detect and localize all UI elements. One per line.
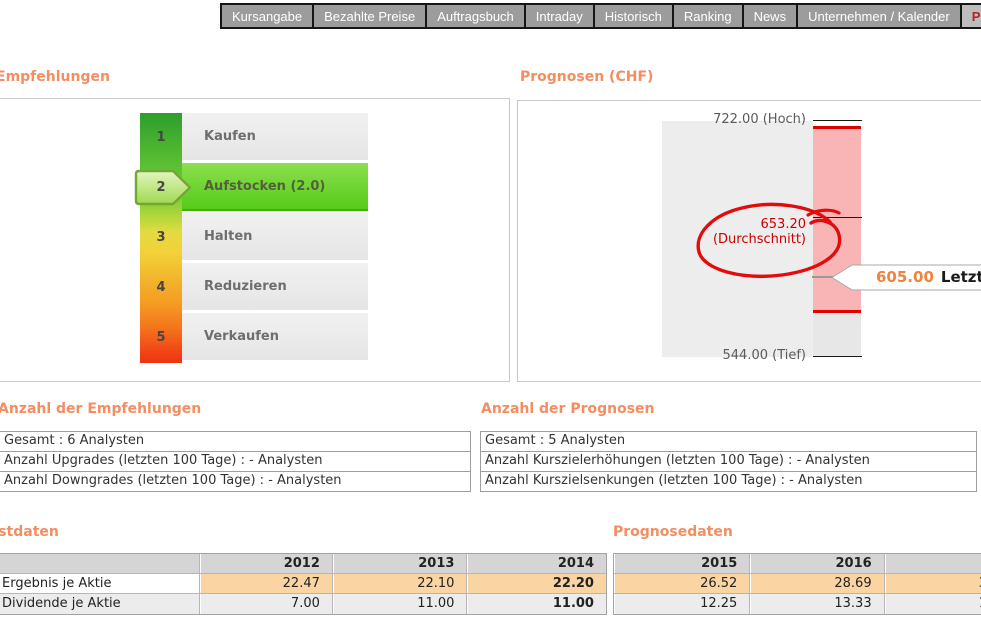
tab-news[interactable]: News: [744, 5, 797, 27]
cell-value: 11.00: [333, 594, 468, 614]
header-2016: 2016: [750, 554, 884, 574]
rating-row-verkaufen: Verkaufen: [182, 313, 368, 360]
page: Kursangabe Bezahlte Preise Auftragsbuch …: [0, 0, 981, 624]
rating-row-aufstocken-active: Aufstocken (2.0): [182, 163, 368, 211]
cell-value-clipped: 3: [885, 574, 981, 594]
rating-number-3: 3: [140, 213, 182, 263]
tick-low: [813, 356, 862, 357]
row-label: Dividende je Aktie: [0, 594, 200, 614]
top-nav: Kursangabe Bezahlte Preise Auftragsbuch …: [220, 3, 981, 29]
header-clipped: [885, 554, 981, 574]
cell-value-clipped: 1: [885, 594, 981, 614]
table-row: Ergebnis je Aktie 22.47 22.10 22.20: [0, 574, 606, 594]
tab-unternehmen-kalender[interactable]: Unternehmen / Kalender: [798, 5, 960, 27]
tab-historisch[interactable]: Historisch: [595, 5, 672, 27]
cell-value: 22.47: [200, 574, 333, 594]
tab-kursangabe[interactable]: Kursangabe: [222, 5, 312, 27]
table-row: Gesamt : 6 Analysten: [0, 432, 470, 451]
rating-number-5: 5: [140, 313, 182, 363]
row-label: Ergebnis je Aktie: [0, 574, 200, 594]
bar-bottom-grey: [813, 313, 861, 357]
counts-recommendations-title: Anzahl der Empfehlungen: [0, 401, 201, 417]
table-header-row: 2012 2013 2014: [0, 554, 606, 574]
table-row: 12.25 13.33 1: [614, 594, 981, 614]
header-2013: 2013: [333, 554, 468, 574]
forecast-title: Prognosen (CHF): [520, 69, 653, 85]
table-row: Anzahl Downgrades (letzten 100 Tage) : -…: [0, 471, 470, 491]
actual-data-title: Istdaten: [0, 524, 59, 540]
rating-number-1: 1: [140, 113, 182, 163]
cell-value: 12.25: [614, 594, 750, 614]
annotation-circle-icon: [692, 200, 850, 282]
header-empty: [0, 554, 200, 574]
counts-forecasts-table: Gesamt : 5 Analysten Anzahl Kurszielerhö…: [480, 431, 977, 492]
table-row: Anzahl Kurszielsenkungen (letzten 100 Ta…: [481, 471, 976, 491]
rating-number-2: 2: [140, 163, 182, 213]
cell-value: 13.33: [750, 594, 884, 614]
table-row: Gesamt : 5 Analysten: [481, 432, 976, 451]
cell-value: 22.10: [333, 574, 468, 594]
last-price-suffix: Letzt: [941, 268, 981, 286]
table-row: 26.52 28.69 3: [614, 574, 981, 594]
header-2012: 2012: [200, 554, 333, 574]
cell-value: 11.00: [467, 594, 606, 614]
high-label: 722.00 (Hoch): [620, 112, 806, 127]
tab-ranking[interactable]: Ranking: [674, 5, 742, 27]
rating-row-reduzieren: Reduzieren: [182, 263, 368, 310]
table-row: Anzahl Upgrades (letzten 100 Tage) : - A…: [0, 451, 470, 471]
table-row: Dividende je Aktie 7.00 11.00 11.00: [0, 594, 606, 614]
table-header-row: 2015 2016: [614, 554, 981, 574]
header-2014: 2014: [467, 554, 606, 574]
cell-value: 26.52: [614, 574, 750, 594]
counts-forecasts-title: Anzahl der Prognosen: [481, 401, 655, 417]
cell-value: 22.20: [467, 574, 606, 594]
cell-value: 7.00: [200, 594, 333, 614]
last-price-text: 605.00 Letzt: [876, 268, 981, 286]
recommendations-title: Empfehlungen: [0, 69, 110, 85]
tick-high: [813, 120, 862, 121]
counts-recommendations-table: Gesamt : 6 Analysten Anzahl Upgrades (le…: [0, 431, 471, 492]
rating-number-4: 4: [140, 263, 182, 313]
tab-bezahlte-preise[interactable]: Bezahlte Preise: [314, 5, 425, 27]
actual-data-table: 2012 2013 2014 Ergebnis je Aktie 22.47 2…: [0, 553, 607, 615]
cell-value: 28.69: [750, 574, 884, 594]
low-label: 544.00 (Tief): [620, 348, 806, 363]
header-2015: 2015: [614, 554, 750, 574]
tab-intraday[interactable]: Intraday: [526, 5, 593, 27]
forecast-data-title: Prognosedaten: [613, 524, 733, 540]
rating-row-halten: Halten: [182, 213, 368, 260]
table-row: Anzahl Kurszielerhöhungen (letzten 100 T…: [481, 451, 976, 471]
last-price-value: 605.00: [876, 268, 934, 286]
tab-prognosen-active[interactable]: Prognosen: [962, 5, 981, 27]
forecast-data-table: 2015 2016 26.52 28.69 3 12.25 13.33 1: [613, 553, 981, 615]
tab-auftragsbuch[interactable]: Auftragsbuch: [427, 5, 524, 27]
rating-row-kaufen: Kaufen: [182, 113, 368, 160]
